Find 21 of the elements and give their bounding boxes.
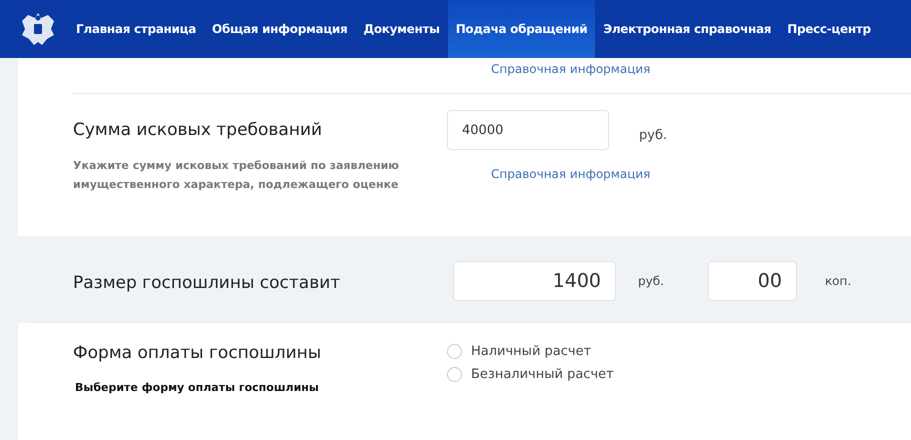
reference-link[interactable]: Справочная информация bbox=[491, 167, 668, 181]
radio-option[interactable]: Наличный расчет bbox=[447, 344, 614, 359]
unit-label: коп. bbox=[824, 274, 852, 288]
nav-tab[interactable]: Подача обращений bbox=[448, 0, 596, 58]
field-hint: Укажите сумму исковых требований по заявлению имущественного характера, подлежащего оценке bbox=[73, 158, 400, 193]
rubles-field[interactable]: 1400 bbox=[453, 261, 616, 301]
unit-label: руб. bbox=[639, 128, 668, 142]
nav-tab[interactable]: Главная страница bbox=[68, 0, 204, 58]
nav-tab[interactable]: Электронная справочная bbox=[595, 0, 780, 58]
field-label: Размер госпошлины составит bbox=[72, 273, 342, 293]
unit-label: руб. bbox=[638, 274, 664, 288]
field-label: Форма оплаты госпошлины bbox=[73, 343, 322, 363]
field-label: Сумма исковых требований bbox=[73, 120, 324, 140]
nav-tab[interactable]: Общая информация bbox=[204, 0, 356, 58]
radio-option[interactable]: Безналичный расчет bbox=[447, 367, 614, 382]
field-hint: Выберите форму оплаты госпошлины bbox=[74, 381, 320, 394]
reference-link[interactable]: Справочная информация bbox=[491, 62, 650, 76]
nav-tab[interactable]: Документы bbox=[355, 0, 448, 58]
kopecks-field[interactable]: 00 bbox=[708, 261, 797, 301]
amount-input-field[interactable]: 40000 bbox=[447, 110, 609, 150]
nav-tab[interactable]: Пресс-центр bbox=[779, 0, 879, 58]
